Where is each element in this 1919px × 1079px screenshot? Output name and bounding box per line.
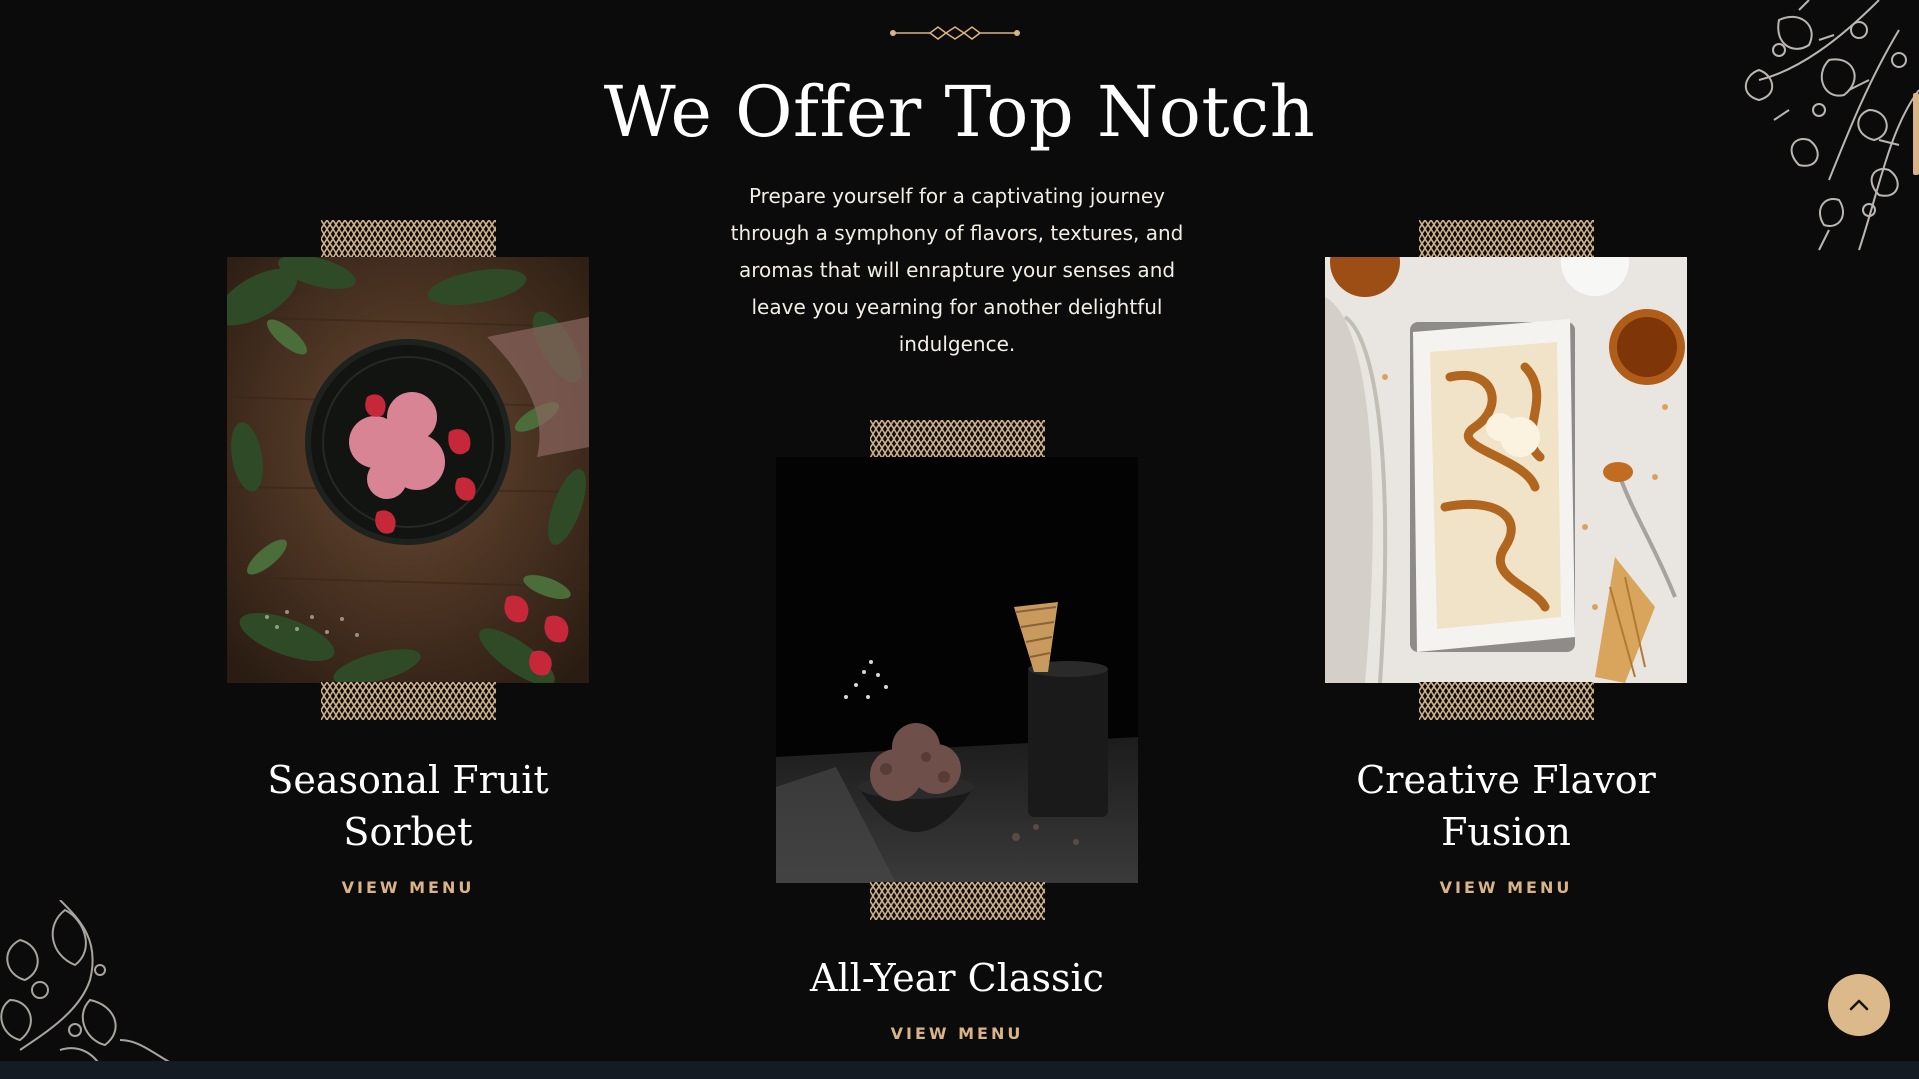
view-menu-link[interactable]: VIEW MENU	[776, 1024, 1138, 1043]
view-menu-link[interactable]: VIEW MENU	[1325, 878, 1687, 897]
geometric-pattern-icon	[869, 882, 1045, 920]
geometric-pattern-icon	[320, 220, 496, 258]
bottom-bar	[0, 1061, 1919, 1079]
card-title-line: All-Year Classic	[810, 956, 1104, 1000]
caramel-swirl-ice-cream-photo	[1325, 257, 1687, 683]
chevron-up-icon	[1849, 999, 1869, 1011]
card-title: Seasonal Fruit Sorbet	[227, 754, 589, 858]
scrollbar-thumb[interactable]	[1913, 93, 1919, 175]
view-menu-link[interactable]: VIEW MENU	[227, 878, 589, 897]
geometric-pattern-icon	[869, 420, 1045, 458]
ornament-divider-icon	[890, 26, 1020, 40]
menu-card-classic: All-Year Classic VIEW MENU	[776, 420, 1138, 1043]
geometric-pattern-icon	[1418, 682, 1594, 720]
card-title: Creative Flavor Fusion	[1325, 754, 1687, 858]
card-title: All-Year Classic	[776, 952, 1138, 1004]
card-title-line: Creative Flavor	[1356, 758, 1656, 802]
floral-illustration-icon	[0, 900, 176, 1065]
menu-card-fusion: Creative Flavor Fusion VIEW MENU	[1325, 220, 1687, 897]
card-title-line: Fusion	[1441, 810, 1571, 854]
geometric-pattern-icon	[1418, 220, 1594, 258]
geometric-pattern-icon	[320, 682, 496, 720]
menu-card-sorbet: Seasonal Fruit Sorbet VIEW MENU	[227, 220, 589, 897]
card-title-line: Sorbet	[343, 810, 473, 854]
section-intro: Prepare yourself for a captivating journ…	[730, 184, 1184, 356]
chocolate-ice-cream-photo	[776, 457, 1138, 883]
strawberry-sorbet-photo	[227, 257, 589, 683]
scroll-to-top-button[interactable]	[1828, 974, 1890, 1036]
card-title-line: Seasonal Fruit	[267, 758, 549, 802]
